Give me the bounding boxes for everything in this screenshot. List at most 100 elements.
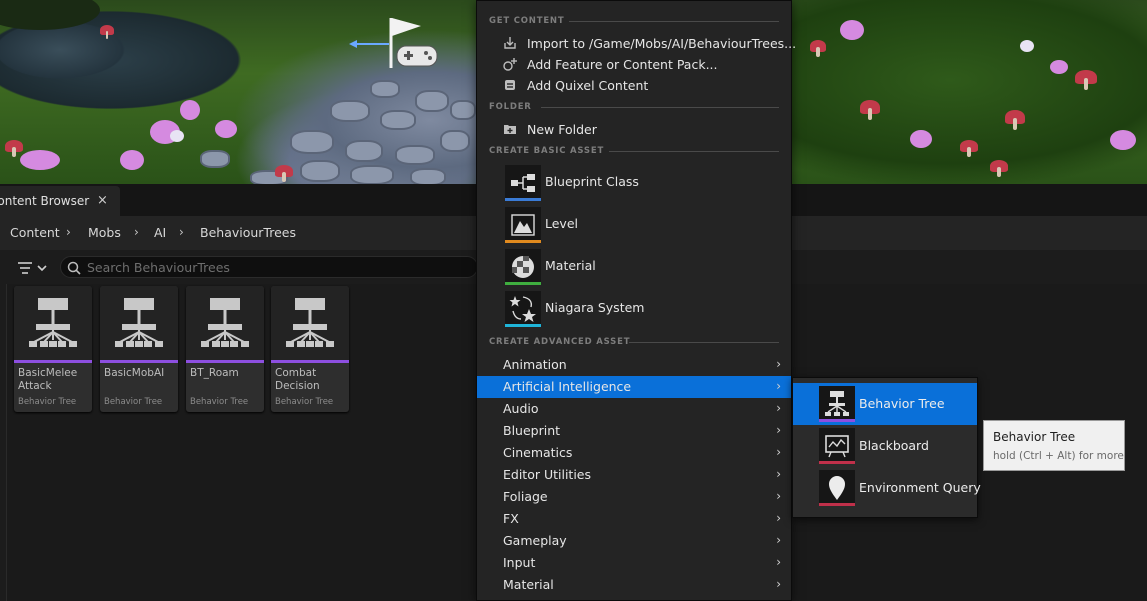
submenu-material[interactable]: Material › xyxy=(477,574,791,596)
submenu-audio[interactable]: Audio › xyxy=(477,398,791,420)
submenu-animation[interactable]: Animation › xyxy=(477,354,791,376)
asset-thumbnail xyxy=(14,286,92,360)
submenu-label: FX xyxy=(503,511,519,526)
asset-tile[interactable]: Combat Decision Behavior Tree xyxy=(271,286,349,412)
asset-name: BT_Roam xyxy=(190,367,239,379)
asset-type-label: Behavior Tree xyxy=(190,397,249,407)
asset-thumbnail xyxy=(100,286,178,360)
asset-tile[interactable]: BasicMobAI Behavior Tree xyxy=(100,286,178,412)
search-input[interactable] xyxy=(87,259,467,275)
menu-item-blackboard[interactable]: Blackboard xyxy=(793,425,977,467)
menu-item-material[interactable]: Material xyxy=(477,247,791,287)
submenu-label: Foliage xyxy=(503,489,548,504)
section-create-basic-asset: CREATE BASIC ASSET xyxy=(489,146,605,156)
chevron-right-icon[interactable]: › xyxy=(66,225,71,239)
section-divider xyxy=(609,151,779,152)
menu-item-level[interactable]: Level xyxy=(477,205,791,245)
chevron-right-icon: › xyxy=(776,423,781,437)
chevron-right-icon: › xyxy=(776,445,781,459)
submenu-foliage[interactable]: Foliage › xyxy=(477,486,791,508)
submenu-blueprint[interactable]: Blueprint › xyxy=(477,420,791,442)
section-divider xyxy=(541,107,779,108)
menu-item-new-folder[interactable]: New Folder xyxy=(477,119,791,140)
asset-color-bar xyxy=(819,503,855,506)
asset-type-bar xyxy=(100,360,178,363)
asset-thumbnail xyxy=(271,286,349,360)
tooltip: Behavior Tree hold (Ctrl + Alt) for more xyxy=(983,420,1125,471)
menu-item-add-quixel[interactable]: Add Quixel Content xyxy=(477,75,791,96)
submenu-cinematics[interactable]: Cinematics › xyxy=(477,442,791,464)
submenu-label: Editor Utilities xyxy=(503,467,592,482)
submenu-label: Gameplay xyxy=(503,533,567,548)
breadcrumb-behaviourtrees[interactable]: BehaviourTrees xyxy=(200,225,296,240)
material-icon xyxy=(505,249,541,285)
asset-name: BasicMobAI xyxy=(104,367,165,379)
chevron-right-icon: › xyxy=(776,555,781,569)
breadcrumb-ai[interactable]: AI xyxy=(154,225,166,240)
menu-item-label: Add Quixel Content xyxy=(527,78,649,93)
chevron-right-icon[interactable]: › xyxy=(134,225,139,239)
breadcrumb-content[interactable]: Content xyxy=(10,225,60,240)
asset-name: BasicMelee Attack xyxy=(18,367,78,392)
menu-item-label: Material xyxy=(545,258,596,273)
chevron-right-icon: › xyxy=(776,511,781,525)
menu-item-add-feature-pack[interactable]: Add Feature or Content Pack... xyxy=(477,54,791,75)
submenu-fx[interactable]: FX › xyxy=(477,508,791,530)
tooltip-title: Behavior Tree xyxy=(993,430,1076,444)
menu-item-label: New Folder xyxy=(527,122,597,137)
submenu-label: Artificial Intelligence xyxy=(503,379,632,394)
section-get-content: GET CONTENT xyxy=(489,16,565,26)
menu-item-label: Import to /Game/Mobs/AI/BehaviourTrees..… xyxy=(527,36,797,51)
menu-item-label: Blueprint Class xyxy=(545,174,639,189)
menu-item-label: Blackboard xyxy=(859,438,929,453)
submenu-label: Blueprint xyxy=(503,423,561,438)
asset-color-bar xyxy=(819,461,855,464)
asset-type-label: Behavior Tree xyxy=(104,397,163,407)
asset-color-bar xyxy=(505,324,541,327)
submenu-editor-utilities[interactable]: Editor Utilities › xyxy=(477,464,791,486)
asset-name: Combat Decision xyxy=(275,367,320,392)
filter-icon[interactable] xyxy=(14,258,52,278)
chevron-right-icon: › xyxy=(776,533,781,547)
section-folder: FOLDER xyxy=(489,102,532,112)
menu-item-niagara-system[interactable]: Niagara System xyxy=(477,289,791,329)
asset-type-bar xyxy=(186,360,264,363)
menu-item-import[interactable]: Import to /Game/Mobs/AI/BehaviourTrees..… xyxy=(477,33,796,54)
search-box[interactable] xyxy=(60,256,478,278)
asset-tile[interactable]: BT_Roam Behavior Tree xyxy=(186,286,264,412)
menu-item-environment-query[interactable]: Environment Query xyxy=(793,467,981,509)
ai-submenu: Behavior Tree Blackboard Environment Que… xyxy=(792,377,981,518)
menu-item-label: Niagara System xyxy=(545,300,645,315)
menu-item-label: Level xyxy=(545,216,578,231)
menu-item-behavior-tree[interactable]: Behavior Tree xyxy=(793,383,977,425)
chevron-right-icon: › xyxy=(776,401,781,415)
environment-query-icon xyxy=(819,470,855,506)
add-asset-context-menu: GET CONTENT Import to /Game/Mobs/AI/Beha… xyxy=(476,0,796,601)
menu-item-label: Add Feature or Content Pack... xyxy=(527,57,718,72)
submenu-input[interactable]: Input › xyxy=(477,552,791,574)
menu-item-blueprint-class[interactable]: Blueprint Class xyxy=(477,163,791,203)
quixel-icon xyxy=(505,80,515,90)
level-icon xyxy=(505,207,541,243)
close-icon[interactable]: × xyxy=(97,193,108,208)
tab-content-browser[interactable]: Content Browser × xyxy=(0,186,120,216)
submenu-artificial-intelligence[interactable]: Artificial Intelligence › xyxy=(477,376,791,398)
menu-item-label: Behavior Tree xyxy=(859,396,945,411)
section-create-advanced-asset: CREATE ADVANCED ASSET xyxy=(489,337,631,347)
submenu-gameplay[interactable]: Gameplay › xyxy=(477,530,791,552)
submenu-label: Cinematics xyxy=(503,445,573,460)
chevron-right-icon[interactable]: › xyxy=(179,225,184,239)
niagara-system-icon xyxy=(505,291,541,327)
editor-window: Content Browser × Content › Mobs › AI › … xyxy=(0,0,1147,601)
section-divider xyxy=(569,21,779,22)
breadcrumb-mobs[interactable]: Mobs xyxy=(88,225,121,240)
asset-type-label: Behavior Tree xyxy=(275,397,334,407)
tooltip-hint: hold (Ctrl + Alt) for more xyxy=(993,450,1124,462)
menu-item-label: Environment Query xyxy=(859,480,981,495)
player-start-icon[interactable] xyxy=(345,12,445,72)
chevron-right-icon: › xyxy=(776,489,781,503)
asset-tile[interactable]: BasicMelee Attack Behavior Tree xyxy=(14,286,92,412)
asset-type-bar xyxy=(271,360,349,363)
chevron-right-icon: › xyxy=(776,357,781,371)
behavior-tree-icon xyxy=(201,298,249,347)
